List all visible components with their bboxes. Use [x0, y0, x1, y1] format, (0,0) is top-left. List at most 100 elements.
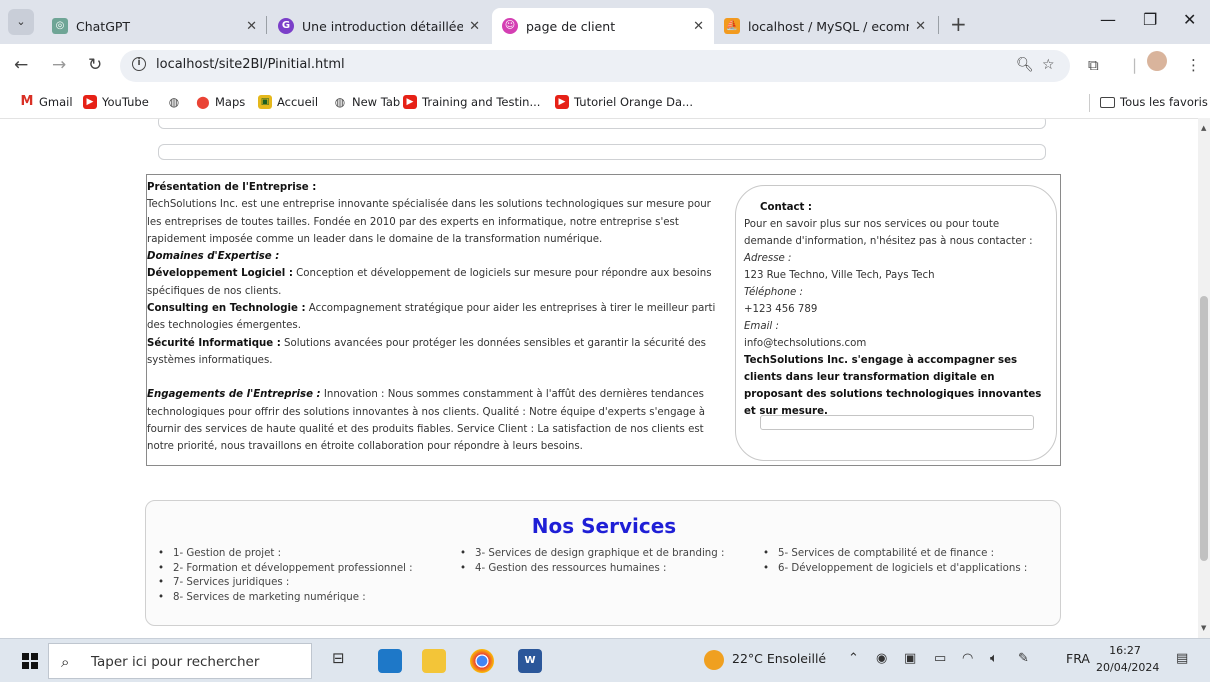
service-item: 5- Services de comptabilité et de financ…	[760, 548, 1027, 563]
contact-input-box[interactable]	[760, 415, 1034, 430]
weather-text[interactable]: 22°C Ensoleillé	[732, 651, 826, 666]
close-tab-icon[interactable]: ✕	[246, 19, 257, 34]
mail-icon[interactable]	[378, 649, 402, 673]
browser-toolbar: ← → ↻ i localhost/site2BI/Pinitial.html …	[0, 44, 1210, 88]
bookmarks-bar: M Gmail ▶ YouTube ◍ ⬤ Maps ▣ Accueil ◍ N…	[0, 88, 1210, 118]
chatgpt-icon: ◎	[52, 18, 68, 34]
language-indicator[interactable]: FRA	[1066, 651, 1090, 666]
url-text[interactable]: localhost/site2BI/Pinitial.html	[156, 57, 345, 72]
site-info-icon[interactable]: i	[132, 57, 146, 71]
youtube-icon: ▶	[403, 95, 417, 109]
pen-icon[interactable]: ✎	[1018, 651, 1029, 666]
reload-icon[interactable]: ↻	[88, 55, 102, 75]
gatsby-icon: G	[278, 18, 294, 34]
windows-start-icon[interactable]	[22, 653, 38, 669]
wifi-icon[interactable]: ◠	[962, 651, 973, 666]
phone-label: Téléphone :	[744, 287, 803, 298]
bookmark-star-icon[interactable]: ☆	[1042, 57, 1055, 73]
presentation-intro: TechSolutions Inc. est une entreprise in…	[147, 199, 711, 245]
engagements: Engagements de l'Entreprise : Innovation…	[147, 389, 706, 453]
bookmark-tutoriel[interactable]: ▶ Tutoriel Orange Da...	[555, 95, 693, 109]
restore-icon[interactable]: ❐	[1143, 10, 1157, 29]
bookmark-globe[interactable]: ◍	[167, 95, 186, 109]
volume-icon[interactable]: 🔈︎	[990, 651, 998, 666]
tab-strip: ⌄ ◎ ChatGPT ✕ G Une introduction détaill…	[0, 0, 1210, 44]
minimize-icon[interactable]: —	[1100, 10, 1116, 29]
close-tab-icon[interactable]: ✕	[693, 19, 704, 34]
email-label: Email :	[744, 321, 779, 332]
bookmark-maps[interactable]: ⬤ Maps	[196, 95, 245, 109]
service-item: 2- Formation et développement profession…	[155, 563, 413, 578]
forward-arrow-icon[interactable]: →	[52, 55, 66, 75]
bookmark-new-tab[interactable]: ◍ New Tab	[333, 95, 400, 109]
tab-search-button[interactable]: ⌄	[8, 9, 34, 35]
task-view-icon[interactable]: ⊟	[332, 649, 356, 673]
service-item: 6- Développement de logiciels et d'appli…	[760, 563, 1027, 578]
tab-gatsby[interactable]: G Une introduction détaillée | Ga ✕	[268, 8, 490, 44]
services-list-3: 5- Services de comptabilité et de financ…	[760, 548, 1027, 577]
scroll-down-icon[interactable]: ▼	[1201, 624, 1206, 632]
service-item: 1- Gestion de projet :	[155, 548, 413, 563]
phone-value: +123 456 789	[744, 304, 818, 315]
back-arrow-icon[interactable]: ←	[14, 55, 28, 75]
battery-icon[interactable]: ▭	[934, 651, 946, 666]
address-bar[interactable]: i localhost/site2BI/Pinitial.html 🔍︎ ☆	[120, 50, 1070, 82]
close-tab-icon[interactable]: ✕	[915, 19, 926, 34]
globe-icon: ◍	[168, 95, 180, 109]
weather-sun-icon[interactable]	[704, 650, 724, 670]
folder-icon	[1100, 96, 1115, 108]
accueil-icon: ▣	[258, 95, 272, 109]
bookmark-gmail[interactable]: M Gmail	[20, 94, 73, 110]
taskbar-search[interactable]: ⌕ Taper ici pour rechercher	[48, 643, 312, 679]
close-window-icon[interactable]: ✕	[1183, 10, 1196, 29]
empty-input-box[interactable]	[158, 144, 1046, 160]
domains-title: Domaines d'Expertise :	[147, 251, 280, 263]
file-explorer-icon[interactable]	[422, 649, 446, 673]
new-tab-icon[interactable]: +	[950, 12, 967, 36]
tray-app-icon[interactable]: ◉	[876, 651, 887, 666]
bookmark-training[interactable]: ▶ Training and Testin...	[403, 95, 540, 109]
all-bookmarks[interactable]: Tous les favoris	[1100, 95, 1208, 109]
chevron-up-icon[interactable]: ⌃	[848, 651, 859, 666]
clock-time: 16:27	[1109, 644, 1141, 657]
taskbar-clock[interactable]: 16:27 20/04/2024	[1096, 642, 1160, 676]
profile-avatar[interactable]	[1147, 51, 1167, 71]
service-item: 3- Services de design graphique et de br…	[457, 548, 724, 563]
word-icon[interactable]: W	[518, 649, 542, 673]
tray-screen-icon[interactable]: ▣	[904, 651, 916, 666]
maps-icon: ⬤	[196, 95, 210, 109]
bookmark-youtube[interactable]: ▶ YouTube	[83, 95, 149, 109]
page-scrollbar[interactable]: ▲ ▼	[1198, 118, 1210, 638]
menu-kebab-icon[interactable]: ⋮	[1186, 56, 1201, 74]
gmail-icon: M	[20, 94, 34, 109]
page-icon: ☺	[502, 18, 518, 34]
contact-card: Contact : Pour en savoir plus sur nos se…	[735, 185, 1057, 461]
service-item: 8- Services de marketing numérique :	[155, 592, 413, 607]
domain-item: Développement Logiciel : Conception et d…	[147, 268, 712, 297]
scrollbar-thumb[interactable]	[1200, 296, 1208, 561]
tab-phpmyadmin[interactable]: ⛵ localhost / MySQL / ecommun ✕	[714, 8, 936, 44]
search-icon: ⌕	[61, 653, 70, 671]
youtube-icon: ▶	[555, 95, 569, 109]
commitment-text: TechSolutions Inc. s'engage à accompagne…	[744, 355, 1042, 417]
tab-chatgpt[interactable]: ◎ ChatGPT ✕	[42, 8, 267, 44]
bookmark-accueil[interactable]: ▣ Accueil	[258, 95, 318, 109]
tab-divider	[266, 16, 267, 34]
clock-date: 20/04/2024	[1096, 661, 1160, 674]
services-list-1: 1- Gestion de projet : 2- Formation et d…	[155, 548, 413, 606]
company-section: Présentation de l'Entreprise : TechSolut…	[146, 174, 1061, 466]
chrome-icon[interactable]	[470, 649, 494, 673]
address-value: 123 Rue Techno, Ville Tech, Pays Tech	[744, 270, 935, 281]
domain-item: Consulting en Technologie : Accompagneme…	[147, 303, 716, 332]
service-item: 4- Gestion des ressources humaines :	[457, 563, 724, 578]
scroll-up-icon[interactable]: ▲	[1201, 124, 1206, 132]
contact-intro: Pour en savoir plus sur nos services ou …	[744, 219, 1033, 247]
notifications-icon[interactable]: ▤	[1176, 651, 1188, 666]
close-tab-icon[interactable]: ✕	[469, 19, 480, 34]
bookmarks-divider	[1089, 94, 1090, 112]
phpmyadmin-icon: ⛵	[724, 18, 740, 34]
extensions-icon[interactable]: ⧉	[1088, 56, 1099, 74]
tab-page-de-client[interactable]: ☺ page de client ✕	[492, 8, 714, 44]
windows-taskbar: ⌕ Taper ici pour rechercher ⊟ W 22°C Ens…	[0, 638, 1210, 682]
zoom-icon[interactable]: 🔍︎	[1016, 57, 1034, 73]
